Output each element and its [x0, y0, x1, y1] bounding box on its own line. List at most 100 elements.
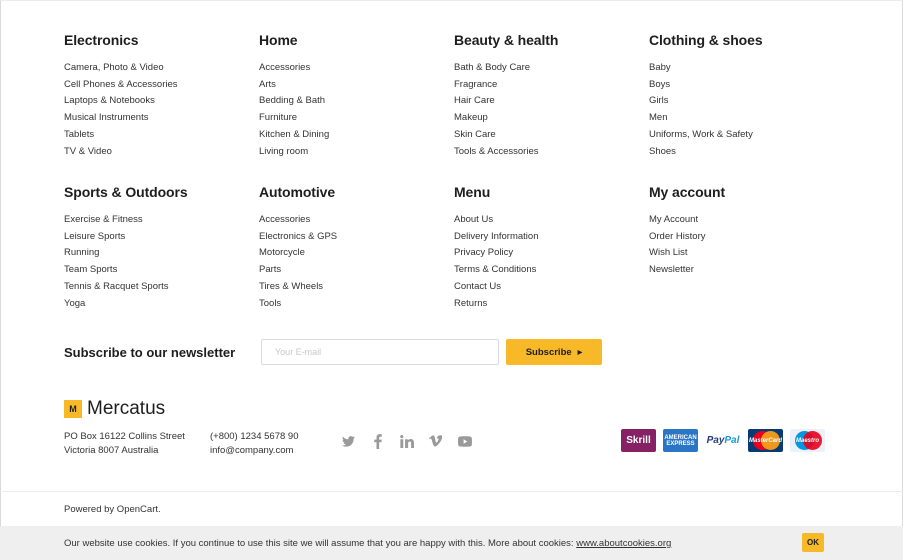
footer-link-item: Team Sports: [64, 262, 254, 279]
skrill-badge: Skrill: [621, 429, 656, 452]
footer-link[interactable]: Baby: [649, 62, 671, 73]
cookie-ok-button[interactable]: OK: [802, 533, 824, 552]
footer-link[interactable]: Makeup: [454, 112, 488, 123]
contact-phone[interactable]: (+800) 1234 5678 90: [210, 430, 298, 444]
footer-link[interactable]: Laptops & Notebooks: [64, 95, 155, 106]
linkedin-icon[interactable]: [392, 430, 421, 452]
footer-link[interactable]: Returns: [454, 298, 487, 309]
brand-name: Mercatus: [87, 398, 166, 419]
footer-link-item: Boys: [649, 77, 839, 94]
footer-link[interactable]: Privacy Policy: [454, 247, 513, 258]
youtube-icon[interactable]: [450, 430, 479, 452]
footer-link[interactable]: Newsletter: [649, 264, 694, 275]
footer-link[interactable]: Parts: [259, 264, 281, 275]
footer-link[interactable]: Living room: [259, 146, 308, 157]
footer-link-item: Girls: [649, 93, 839, 110]
footer-link[interactable]: Musical Instruments: [64, 112, 148, 123]
footer-column: Home Accessories Arts Bedding & Bath Furnitu…: [259, 32, 449, 160]
footer-link-item: Laptops & Notebooks: [64, 93, 254, 110]
footer-link[interactable]: Uniforms, Work & Safety: [649, 129, 753, 140]
footer-link[interactable]: Boys: [649, 79, 670, 90]
footer-link[interactable]: Contact Us: [454, 281, 501, 292]
subscribe-button[interactable]: Subscribe ▶: [506, 339, 602, 365]
footer-link[interactable]: Camera, Photo & Video: [64, 62, 164, 73]
footer-link-item: Camera, Photo & Video: [64, 60, 254, 77]
column-heading: Electronics: [64, 32, 139, 48]
footer-link[interactable]: Accessories: [259, 62, 310, 73]
footer-link[interactable]: Tools: [259, 298, 281, 309]
footer-link-item: Accessories: [259, 60, 449, 77]
twitter-icon[interactable]: [334, 430, 363, 452]
column-link-list: Bath & Body Care Fragrance Hair Care Makeup…: [454, 60, 644, 160]
footer-link[interactable]: Tires & Wheels: [259, 281, 323, 292]
footer-link-item: Hair Care: [454, 93, 644, 110]
footer-link[interactable]: Accessories: [259, 214, 310, 225]
mastercard-label: MasterCard: [748, 437, 782, 444]
footer-link[interactable]: Kitchen & Dining: [259, 129, 329, 140]
cookie-message: Our website use cookies. If you continue…: [64, 538, 574, 549]
play-arrow-icon: ▶: [577, 349, 583, 356]
footer-link[interactable]: Fragrance: [454, 79, 497, 90]
footer-link[interactable]: Bath & Body Care: [454, 62, 530, 73]
column-heading: Menu: [454, 184, 491, 200]
paypal-label-a: Pay: [706, 435, 725, 446]
footer-link[interactable]: Delivery Information: [454, 231, 538, 242]
footer-link[interactable]: Cell Phones & Accessories: [64, 79, 178, 90]
footer-link[interactable]: About Us: [454, 214, 493, 225]
footer-link[interactable]: Tablets: [64, 129, 94, 140]
column-heading: My account: [649, 184, 726, 200]
paypal-badge: Pay Pal: [705, 429, 741, 452]
footer-link[interactable]: Leisure Sports: [64, 231, 125, 242]
footer-link-item: Shoes: [649, 144, 839, 161]
footer-link-item: Yoga: [64, 296, 254, 313]
contact-email[interactable]: info@company.com: [210, 444, 298, 458]
footer-link[interactable]: Furniture: [259, 112, 297, 123]
footer-link[interactable]: Skin Care: [454, 129, 496, 140]
footer-link[interactable]: Terms & Conditions: [454, 264, 536, 275]
footer-link[interactable]: Arts: [259, 79, 276, 90]
footer-column: Sports & Outdoors Exercise & Fitness Leisu…: [64, 184, 254, 312]
brand-logo[interactable]: M Mercatus: [64, 398, 165, 420]
footer-link[interactable]: Girls: [649, 95, 669, 106]
footer-link[interactable]: My Account: [649, 214, 698, 225]
footer-link[interactable]: Bedding & Bath: [259, 95, 325, 106]
facebook-icon[interactable]: [363, 430, 392, 452]
mastercard-badge: MasterCard: [748, 429, 783, 452]
footer-link[interactable]: Yoga: [64, 298, 85, 309]
footer-link-item: Skin Care: [454, 127, 644, 144]
footer-link-item: Terms & Conditions: [454, 262, 644, 279]
cookie-link[interactable]: www.aboutcookies.org: [576, 538, 671, 549]
footer-link[interactable]: Tennis & Racquet Sports: [64, 281, 169, 292]
footer-link[interactable]: Order History: [649, 231, 705, 242]
footer-link[interactable]: Running: [64, 247, 99, 258]
footer-link[interactable]: Exercise & Fitness: [64, 214, 143, 225]
footer-link-item: Parts: [259, 262, 449, 279]
footer-link-item: Returns: [454, 296, 644, 313]
footer-column: Automotive Accessories Electronics & GPS Mo…: [259, 184, 449, 312]
footer-link[interactable]: Shoes: [649, 146, 676, 157]
footer-link[interactable]: Motorcycle: [259, 247, 305, 258]
footer-link[interactable]: Electronics & GPS: [259, 231, 337, 242]
column-heading: Sports & Outdoors: [64, 184, 188, 200]
footer-link[interactable]: Men: [649, 112, 667, 123]
address-line-1: PO Box 16122 Collins Street: [64, 431, 185, 442]
column-link-list: Accessories Arts Bedding & Bath Furniture Ki…: [259, 60, 449, 160]
footer-link-item: Motorcycle: [259, 245, 449, 262]
footer-link-item: Tennis & Racquet Sports: [64, 279, 254, 296]
footer-link-item: Tablets: [64, 127, 254, 144]
footer-link[interactable]: TV & Video: [64, 146, 112, 157]
footer-link[interactable]: Hair Care: [454, 95, 495, 106]
paypal-label-b: Pal: [724, 435, 740, 446]
footer-link-item: Contact Us: [454, 279, 644, 296]
footer-column: Clothing & shoes Baby Boys Girls Men Uniforms…: [649, 32, 839, 160]
footer-link[interactable]: Team Sports: [64, 264, 117, 275]
footer-link-item: Cell Phones & Accessories: [64, 77, 254, 94]
footer-link[interactable]: Tools & Accessories: [454, 146, 538, 157]
column-heading: Automotive: [259, 184, 336, 200]
footer-link[interactable]: Wish List: [649, 247, 688, 258]
footer-link-item: My Account: [649, 212, 839, 229]
subscribe-label: Subscribe: [525, 346, 572, 358]
email-input[interactable]: [261, 339, 499, 365]
footer-link-item: Privacy Policy: [454, 245, 644, 262]
vimeo-icon[interactable]: [421, 430, 450, 452]
